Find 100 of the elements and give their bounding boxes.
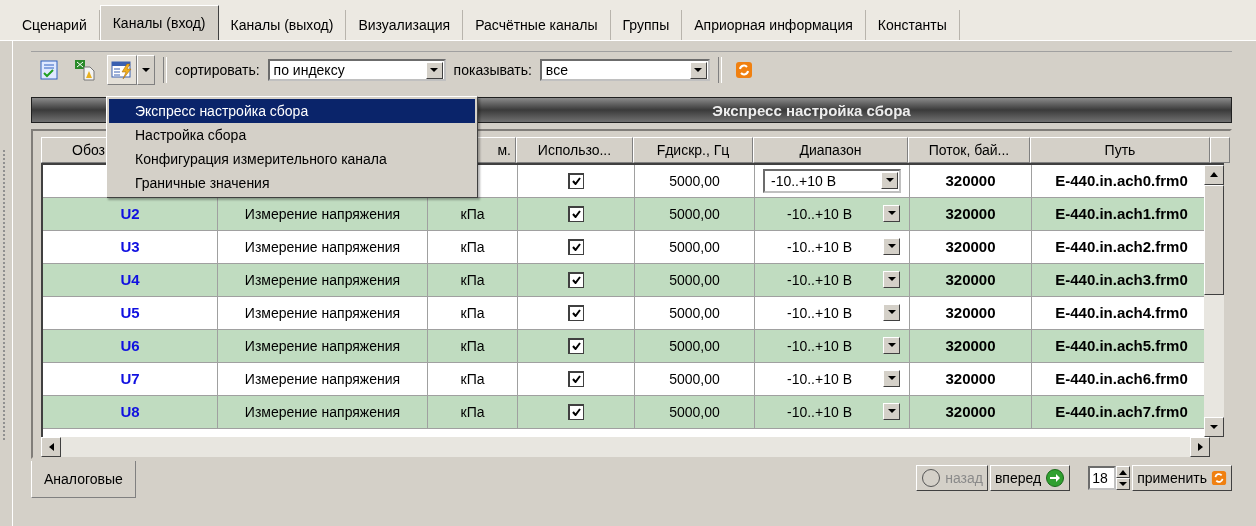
caret-icon — [694, 67, 703, 73]
table-cell: 320000 — [910, 296, 1032, 330]
caret-icon — [430, 67, 439, 73]
table-cell: U4 — [43, 263, 218, 297]
menu-item[interactable]: Граничные значения — [109, 171, 475, 195]
table-cell: кПа — [428, 263, 518, 297]
menu-item[interactable]: Экспресс настройка сбора — [109, 99, 475, 123]
caret-icon — [1210, 424, 1218, 430]
tab[interactable]: Аналоговые — [31, 461, 136, 498]
tab[interactable]: Группы — [610, 10, 683, 40]
sort-select[interactable]: по индексу — [267, 59, 446, 81]
range-select[interactable]: -10..+10 В — [763, 234, 901, 259]
table-cell: 320000 — [910, 329, 1032, 363]
table-cell: 320000 — [910, 263, 1032, 297]
refresh-icon — [1211, 470, 1227, 486]
arrow-icon — [1197, 443, 1203, 451]
column-header[interactable]: Путь — [1030, 137, 1210, 163]
caret-icon — [885, 178, 894, 184]
table-cell: Измерение напряжения — [218, 230, 428, 264]
circle-icon — [921, 468, 942, 488]
range-select[interactable]: -10..+10 В — [763, 366, 901, 391]
caret-icon — [887, 244, 896, 250]
sort-label: сортировать: — [175, 62, 260, 78]
table-cell: кПа — [428, 362, 518, 396]
apply-button[interactable]: применить — [1132, 465, 1232, 491]
table-cell: 320000 — [910, 230, 1032, 264]
arrow-icon — [1119, 469, 1128, 475]
checkbox[interactable] — [568, 370, 584, 387]
arrow-icon — [48, 443, 54, 451]
table-cell: 320000 — [910, 362, 1032, 396]
table-cell: 5000,00 — [635, 263, 755, 297]
checkmark-icon — [572, 177, 581, 186]
menu-item[interactable]: Настройка сбора — [109, 123, 475, 147]
table-cell: 5000,00 — [635, 395, 755, 429]
table-cell: Измерение напряжения — [218, 395, 428, 429]
range-select[interactable]: -10..+10 В — [763, 201, 901, 226]
table-cell: 5000,00 — [635, 197, 755, 231]
range-select[interactable]: -10..+10 В — [763, 267, 901, 292]
range-select[interactable]: -10..+10 В — [763, 168, 901, 193]
table-cell: кПа — [428, 395, 518, 429]
table-cell: U8 — [43, 395, 218, 429]
checkbox[interactable] — [568, 172, 584, 189]
dropdown-button[interactable] — [137, 55, 155, 85]
checkbox[interactable] — [568, 304, 584, 321]
table-cell: Измерение напряжения — [218, 263, 428, 297]
table-cell: кПа — [428, 329, 518, 363]
column-header[interactable]: Поток, бай... — [908, 137, 1030, 163]
forward-button[interactable]: вперед — [989, 465, 1071, 491]
checkmark-icon — [572, 375, 581, 384]
tab[interactable]: Априорная информация — [682, 10, 866, 40]
panel-title: Экспресс настройка сбора — [712, 101, 911, 119]
arrow-right-icon — [1045, 468, 1066, 488]
vertical-scrollbar[interactable] — [1204, 164, 1224, 437]
table-cell: 5000,00 — [635, 296, 755, 330]
table-cell: U7 — [43, 362, 218, 396]
checkbox[interactable] — [568, 403, 584, 420]
table-cell: U5 — [43, 296, 218, 330]
checkmark-icon — [572, 243, 581, 252]
column-header — [1210, 137, 1230, 163]
horizontal-scrollbar[interactable] — [41, 437, 1210, 457]
table-cell: 320000 — [910, 164, 1032, 198]
table-cell: Измерение напряжения — [218, 329, 428, 363]
tab[interactable]: Константы — [865, 10, 960, 40]
caret-icon — [887, 376, 896, 382]
caret-icon — [887, 277, 896, 283]
column-header[interactable]: Использо... — [516, 137, 633, 163]
table-cell: 320000 — [910, 197, 1032, 231]
checkbox[interactable] — [568, 337, 584, 354]
show-select[interactable]: все — [539, 59, 710, 81]
table-cell: 5000,00 — [635, 164, 755, 198]
checkmark-icon — [572, 309, 581, 318]
table-cell: Измерение напряжения — [218, 296, 428, 330]
tab[interactable]: Расчётные каналы — [463, 10, 611, 40]
range-select[interactable]: -10..+10 В — [763, 399, 901, 424]
checkmark-icon — [572, 408, 581, 417]
table-cell: U6 — [43, 329, 218, 363]
arrow-icon — [1210, 172, 1218, 178]
table-lightning-icon[interactable] — [107, 55, 137, 85]
column-header[interactable]: Fдискр., Гц — [633, 137, 753, 163]
caret-icon — [887, 409, 896, 415]
table-cell: U3 — [43, 230, 218, 264]
checkbox[interactable] — [568, 271, 584, 288]
table-cell: кПа — [428, 230, 518, 264]
show-label: показывать: — [453, 62, 532, 78]
column-header[interactable]: Диапазон — [753, 137, 908, 163]
checkbox[interactable] — [568, 238, 584, 255]
menu-item[interactable]: Конфигурация измерительного канала — [109, 147, 475, 171]
range-select[interactable]: -10..+10 В — [763, 333, 901, 358]
caret-icon — [887, 310, 896, 316]
range-select[interactable]: -10..+10 В — [763, 300, 901, 325]
tab[interactable]: Каналы (вход) — [99, 5, 219, 40]
tab[interactable]: Сценарий — [10, 10, 100, 40]
tab[interactable]: Визуализация — [346, 10, 464, 40]
checkbox[interactable] — [568, 205, 584, 222]
table-cell: 5000,00 — [635, 329, 755, 363]
caret-icon — [142, 67, 150, 73]
table-cell: 5000,00 — [635, 362, 755, 396]
tab[interactable]: Каналы (выход) — [218, 10, 347, 40]
caret-icon — [887, 211, 896, 217]
checkmark-icon — [572, 210, 581, 219]
